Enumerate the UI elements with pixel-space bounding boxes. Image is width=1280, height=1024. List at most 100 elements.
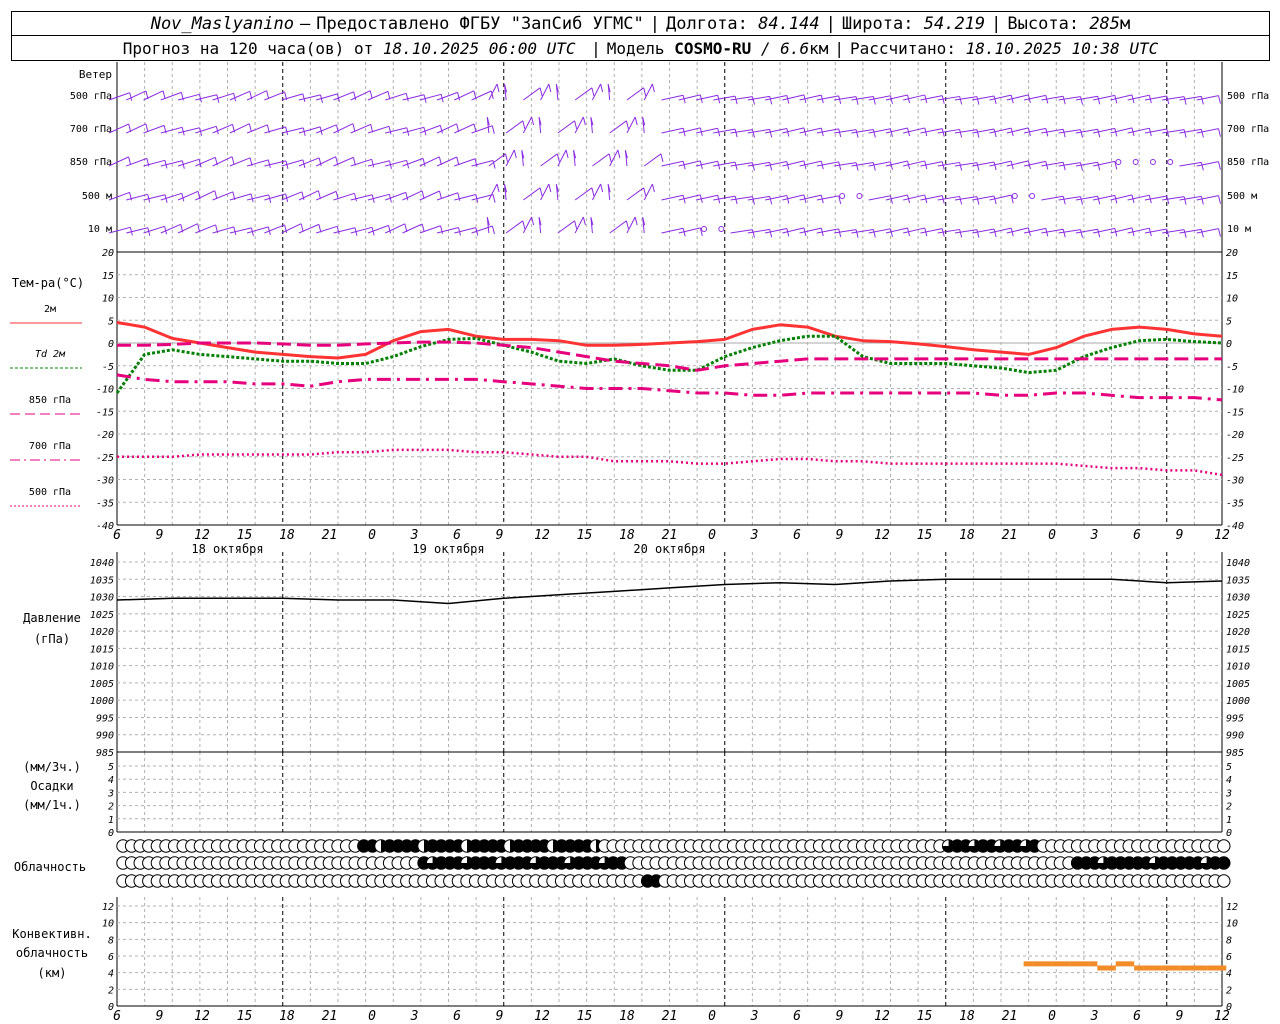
wind-barb bbox=[264, 224, 285, 234]
wind-barb-feather bbox=[1080, 96, 1084, 105]
wind-barb-feather bbox=[993, 161, 997, 171]
pressure-y-tick: 985 bbox=[1226, 748, 1244, 759]
wind-barb bbox=[1127, 227, 1150, 234]
wind-barb bbox=[212, 92, 234, 101]
temp-y-tick: -35 bbox=[96, 498, 114, 509]
conv-cloud-bar bbox=[1161, 965, 1172, 971]
wind-barb bbox=[799, 127, 822, 134]
wind-barb-feather bbox=[1183, 129, 1187, 138]
wind-barb-feather bbox=[651, 83, 655, 93]
calm-wind-icon bbox=[1149, 159, 1156, 165]
hour-tick-label: 9 bbox=[1176, 1009, 1184, 1024]
wind-barb-feather bbox=[582, 116, 586, 126]
wind-barb-feather bbox=[959, 96, 963, 105]
wind-barb-feather bbox=[457, 92, 461, 101]
wind-barb bbox=[419, 124, 441, 134]
wind-barb bbox=[143, 159, 166, 167]
wind-level-label: 500 гПа bbox=[70, 91, 112, 102]
precip-y-tick: 1 bbox=[108, 815, 114, 826]
conv-unit: (км) bbox=[38, 966, 67, 980]
wind-barb-feather bbox=[643, 187, 647, 196]
pressure-y-tick: 1020 bbox=[1226, 627, 1250, 638]
wind-barb-feather bbox=[353, 193, 357, 202]
hour-tick-label: 21 bbox=[1002, 1009, 1018, 1024]
wind-barb bbox=[160, 223, 181, 234]
wind-barb-feather bbox=[1217, 95, 1221, 104]
wind-barb bbox=[643, 153, 662, 167]
wind-barb bbox=[574, 116, 584, 134]
wind-barb-feather bbox=[439, 125, 443, 134]
wind-barb-feather bbox=[993, 195, 997, 205]
wind-barb-feather bbox=[214, 190, 218, 199]
wind-barb bbox=[505, 120, 524, 134]
wind-barb-feather bbox=[439, 190, 442, 200]
conv-cloud-bar bbox=[1106, 965, 1116, 971]
pressure-y-tick: 1025 bbox=[90, 610, 114, 621]
wind-barb-feather bbox=[1097, 129, 1101, 138]
conv-cloud-bar bbox=[1143, 965, 1153, 971]
wind-barb-feather bbox=[734, 96, 738, 105]
wind-barb-feather bbox=[976, 196, 980, 205]
hour-tick-label: 6 bbox=[1133, 528, 1141, 543]
wind-barb bbox=[609, 120, 627, 134]
conv-cloud-bar bbox=[1023, 961, 1033, 967]
conv-y-tick: 6 bbox=[1226, 952, 1232, 963]
temp-y-tick: 5 bbox=[108, 316, 114, 327]
wind-barb-feather bbox=[1097, 162, 1101, 171]
temp-legend-label: 850 гПа bbox=[29, 395, 71, 406]
precip-y-tick: 3 bbox=[107, 788, 114, 799]
wind-barb-feather bbox=[976, 96, 980, 105]
calm-wind-icon bbox=[1167, 159, 1174, 165]
wind-barb-feather bbox=[1080, 162, 1084, 171]
wind-barb bbox=[333, 91, 354, 101]
temp-y-tick: -40 bbox=[96, 521, 114, 532]
hour-tick-label: 0 bbox=[708, 1009, 716, 1024]
wind-barb-feather bbox=[496, 83, 500, 93]
wind-level-label: 10 м bbox=[88, 224, 112, 235]
wind-barb-feather bbox=[456, 156, 460, 166]
pressure-y-tick: 995 bbox=[1226, 713, 1244, 724]
conv-y-tick: 4 bbox=[108, 969, 114, 980]
wind-barb-feather bbox=[959, 229, 963, 238]
date-label: 18 октября bbox=[191, 542, 263, 556]
wind-barb-feather bbox=[582, 216, 586, 226]
wind-barb bbox=[402, 157, 424, 167]
wind-barb-feather bbox=[769, 162, 773, 171]
pressure-y-tick: 1010 bbox=[90, 662, 114, 673]
wind-barb-feather bbox=[976, 229, 980, 238]
wind-barb-feather bbox=[1200, 196, 1204, 205]
temp-legend-label: 700 гПа bbox=[29, 441, 71, 452]
wind-barb-feather bbox=[608, 153, 612, 162]
hour-tick-label: 12 bbox=[194, 1009, 210, 1024]
wind-level-label: 700 гПа bbox=[70, 124, 112, 135]
cloud-cover-fill bbox=[1217, 856, 1231, 870]
hour-tick-label: 3 bbox=[750, 1009, 759, 1024]
wind-barb-feather bbox=[993, 128, 997, 138]
hour-tick-label: 0 bbox=[708, 528, 716, 543]
hour-tick-label: 3 bbox=[750, 528, 759, 543]
wind-level-label: 10 м bbox=[1227, 224, 1251, 235]
wind-barb-feather bbox=[388, 225, 392, 234]
conv-y-tick: 10 bbox=[102, 919, 114, 930]
conv-title-2: облачность bbox=[16, 946, 88, 960]
hour-tick-label: 6 bbox=[1133, 1009, 1141, 1024]
wind-barb bbox=[108, 92, 130, 101]
wind-barb-feather bbox=[634, 116, 638, 126]
hour-tick-label: 0 bbox=[1048, 1009, 1056, 1024]
temp-y-tick: -5 bbox=[1226, 362, 1238, 373]
conv-y-tick: 0 bbox=[1226, 1002, 1232, 1013]
wind-barb-feather bbox=[352, 123, 356, 132]
conv-cloud-bar bbox=[1097, 965, 1107, 971]
pressure-y-tick: 1030 bbox=[90, 593, 114, 604]
hour-tick-label: 0 bbox=[368, 528, 376, 543]
wind-barb bbox=[505, 220, 524, 234]
wind-barb-feather bbox=[233, 226, 237, 235]
hour-tick-label: 0 bbox=[368, 1009, 376, 1024]
wind-barb-feather bbox=[976, 129, 980, 138]
wind-level-label: 850 гПа bbox=[1227, 157, 1269, 168]
hour-tick-label: 12 bbox=[874, 1009, 890, 1024]
wind-barb bbox=[436, 227, 459, 234]
wind-barb-feather bbox=[617, 149, 621, 159]
wind-barb-feather bbox=[838, 128, 842, 138]
temp-y-tick: 0 bbox=[108, 339, 114, 350]
